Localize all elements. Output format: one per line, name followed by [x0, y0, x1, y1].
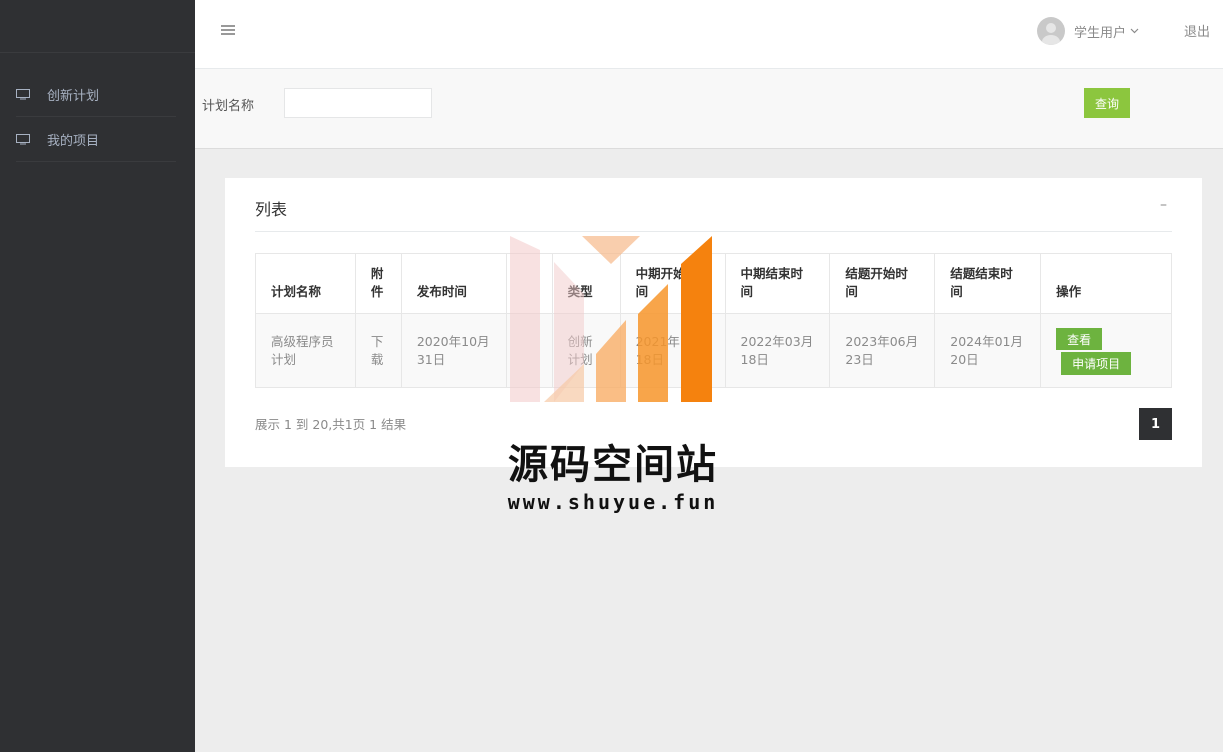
avatar — [1037, 17, 1065, 45]
pagination-info: 展示 1 到 20,共1页 1 结果 — [255, 417, 407, 432]
plan-name-input[interactable] — [284, 88, 432, 118]
user-menu[interactable]: 学生用户 — [1037, 17, 1139, 45]
hamburger-menu-icon[interactable] — [221, 23, 235, 37]
column-header-actions: 操作 — [1040, 253, 1172, 314]
top-header: 学生用户 退出 — [195, 0, 1223, 69]
table-row: 高级程序员计划 下载 2020年10月31日 创新计划 2021年11月18日 … — [255, 313, 1172, 388]
cell-plan-name: 高级程序员计划 — [255, 313, 356, 388]
chevron-down-icon — [1130, 28, 1139, 34]
monitor-icon — [16, 133, 30, 144]
collapse-button[interactable]: – — [1160, 197, 1167, 213]
logout-link[interactable]: 退出 — [1184, 21, 1210, 40]
column-header-blank[interactable] — [505, 253, 553, 314]
search-bar: 计划名称 查询 — [195, 69, 1223, 149]
cell-type: 创新计划 — [551, 313, 621, 388]
table-header-row: 计划名称 附件 发布时间 类型 中期开始时间 中期结束时间 结题开始时间 结题结… — [255, 253, 1172, 314]
sidebar-item-innovation-plan[interactable]: 创新计划 — [16, 72, 176, 117]
cell-actions: 查看 申请项目 — [1040, 313, 1172, 388]
column-header-mid-start[interactable]: 中期开始时间 — [619, 253, 726, 314]
sidebar-item-label: 我的项目 — [47, 133, 100, 149]
search-label: 计划名称 — [202, 99, 255, 114]
column-header-type[interactable]: 类型 — [551, 253, 621, 314]
column-header-plan-name[interactable]: 计划名称 — [255, 253, 356, 314]
cell-blank — [505, 313, 553, 388]
user-avatar-icon — [1042, 23, 1060, 45]
page-button-1[interactable]: 1 — [1139, 408, 1172, 440]
sidebar-item-my-projects[interactable]: 我的项目 — [16, 117, 176, 162]
cell-final-start: 2023年06月23日 — [829, 313, 936, 388]
cell-mid-start: 2021年11月18日 — [619, 313, 726, 388]
cell-final-end: 2024年01月20日 — [934, 313, 1042, 388]
cell-publish-time: 2020年10月31日 — [400, 313, 507, 388]
apply-project-button[interactable]: 申请项目 — [1061, 352, 1132, 375]
column-header-publish-time[interactable]: 发布时间 — [400, 253, 507, 314]
column-header-final-end[interactable]: 结题结束时间 — [934, 253, 1042, 314]
divider — [255, 231, 1172, 232]
sidebar-item-label: 创新计划 — [47, 88, 100, 104]
cell-mid-end: 2022年03月18日 — [724, 313, 831, 388]
sidebar-logo-area — [0, 0, 195, 53]
column-header-final-start[interactable]: 结题开始时间 — [829, 253, 936, 314]
sidebar: 创新计划 我的项目 — [0, 0, 195, 752]
monitor-icon — [16, 88, 30, 99]
download-link[interactable]: 下载 — [354, 313, 402, 388]
column-header-attachment[interactable]: 附件 — [354, 253, 402, 314]
search-button[interactable]: 查询 — [1084, 88, 1130, 118]
view-button[interactable]: 查看 — [1056, 328, 1103, 350]
column-header-mid-end[interactable]: 中期结束时间 — [724, 253, 831, 314]
plan-table: 计划名称 附件 发布时间 类型 中期开始时间 中期结束时间 结题开始时间 结题结… — [255, 253, 1172, 388]
panel-title: 列表 — [255, 200, 288, 219]
list-panel: 列表 – 计划名称 附件 发布时间 类型 中期开始时间 中期结束时间 结题开始时… — [225, 178, 1202, 467]
watermark-url: www.shuyue.fun — [507, 490, 719, 514]
user-name: 学生用户 — [1074, 25, 1127, 41]
